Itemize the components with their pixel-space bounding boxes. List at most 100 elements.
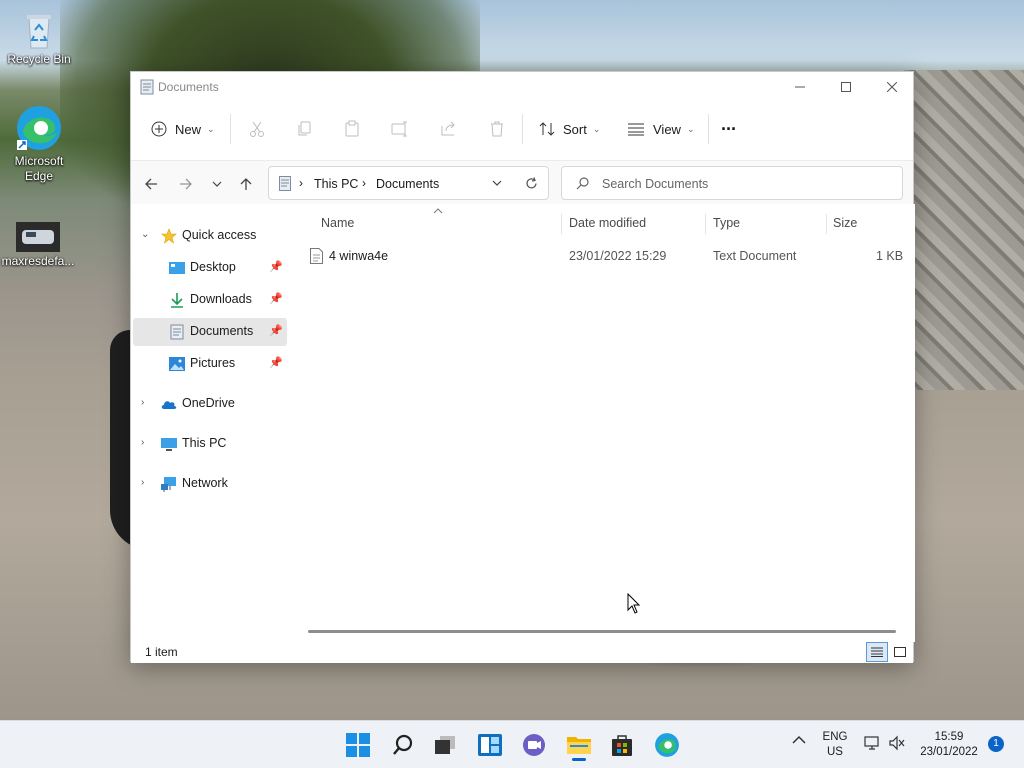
task-view-button[interactable] [429,729,461,761]
file-size: 1 KB [876,249,904,263]
nav-label: OneDrive [182,396,235,410]
minimize-icon [795,86,805,88]
widgets-icon [478,734,502,756]
cut-icon[interactable] [248,120,266,138]
nav-downloads[interactable]: Downloads 📌 [133,286,287,314]
chevron-right-icon[interactable]: › [141,437,144,448]
notification-badge[interactable]: 1 [988,736,1004,752]
edge-shortcut[interactable]: Microsoft Edge [1,104,77,184]
file-list: Name Date modified Type Size 4 winwa4e 2… [291,204,915,642]
pin-icon[interactable]: 📌 [269,292,283,305]
nav-desktop[interactable]: Desktop 📌 [133,254,287,282]
chevron-down-icon: ⌄ [207,123,215,134]
tiles-view-button[interactable] [889,642,911,662]
volume-button[interactable] [889,735,905,756]
file-explorer-window[interactable]: Documents New ⌄ Sort ⌄ View ⌄ ··· › This… [130,71,915,663]
nav-label: Desktop [190,260,236,274]
windows-logo-icon [346,733,370,757]
maximize-button[interactable] [823,72,869,102]
pin-icon[interactable]: 📌 [269,324,283,337]
chevron-down-icon[interactable]: ⌄ [141,229,149,240]
breadcrumb-separator-icon: › [362,176,366,190]
edge-taskbar-button[interactable] [651,729,683,761]
documents-folder-icon [279,176,291,191]
clock-date: 23/01/2022 [920,746,978,758]
delete-icon[interactable] [488,120,506,138]
address-field[interactable]: › This PC › Documents [268,166,549,200]
pictures-icon [169,357,185,371]
file-name: 4 winwa4e [329,249,389,263]
sort-button[interactable]: Sort ⌄ [539,116,600,142]
nav-quick-access[interactable]: ⌄ Quick access [133,222,287,250]
nav-label: Network [182,476,228,490]
nav-network[interactable]: › Network [133,470,287,498]
column-divider[interactable] [705,214,706,234]
star-icon [161,228,177,244]
up-button[interactable] [235,173,257,195]
share-icon[interactable] [440,120,458,138]
nav-pictures[interactable]: Pictures 📌 [133,350,287,378]
back-button[interactable] [140,173,162,195]
chevron-down-icon[interactable] [492,180,502,188]
pin-icon[interactable]: 📌 [269,260,283,273]
breadcrumb-separator-icon: › [299,176,303,190]
more-options-button[interactable]: ··· [721,116,737,142]
image-file-shortcut[interactable]: maxresdefa... [0,222,76,269]
pin-icon[interactable]: 📌 [269,356,283,369]
horizontal-scrollbar[interactable] [308,630,896,633]
close-button[interactable] [869,72,915,102]
search-box[interactable]: Search Documents [561,166,903,200]
edge-icon [17,106,61,150]
breadcrumb-documents[interactable]: Documents [376,177,439,191]
breadcrumb-this-pc[interactable]: This PC [314,177,358,191]
clock[interactable]: 15:59 23/01/2022 [914,730,984,760]
column-divider[interactable] [561,214,562,234]
chevron-down-icon [212,181,222,187]
details-view-button[interactable] [866,642,888,662]
sort-icon [539,122,555,136]
input-language-indicator[interactable]: ENG US [818,730,852,760]
new-label: New [175,121,202,137]
window-title: Documents [158,80,219,94]
wallpaper-wall [904,70,1024,390]
sort-label: Sort [563,121,587,137]
copy-icon[interactable] [296,120,314,138]
recycle-bin-shortcut[interactable]: Recycle Bin [1,10,77,67]
nav-documents[interactable]: Documents 📌 [133,318,287,346]
documents-folder-icon [140,79,154,95]
minimize-button[interactable] [777,72,823,102]
table-row[interactable]: 4 winwa4e 23/01/2022 15:29 Text Document… [291,242,915,270]
widgets-button[interactable] [474,729,506,761]
show-hidden-icons-button[interactable] [792,735,806,750]
column-divider[interactable] [826,214,827,234]
clock-time: 15:59 [934,731,964,743]
file-date: 23/01/2022 15:29 [569,249,667,263]
new-button[interactable]: New ⌄ [151,116,215,142]
refresh-icon[interactable] [525,177,538,190]
nav-onedrive[interactable]: › OneDrive [133,390,287,418]
nav-this-pc[interactable]: › This PC [133,430,287,458]
chevron-right-icon[interactable]: › [141,477,144,488]
column-name[interactable]: Name [321,216,354,230]
file-explorer-taskbar-button[interactable] [563,729,595,761]
rename-icon[interactable] [391,120,409,138]
title-bar[interactable]: Documents [131,72,913,102]
chat-button[interactable] [518,729,550,761]
navigation-tree: ⌄ Quick access Desktop 📌 Downloads 📌 Doc… [131,204,291,642]
search-button[interactable] [387,729,419,761]
view-button[interactable]: View ⌄ [627,116,695,142]
task-view-icon [435,736,455,754]
folder-icon [567,737,591,754]
recent-locations-button[interactable] [206,173,228,195]
forward-button[interactable] [175,173,197,195]
network-status-button[interactable] [864,735,880,756]
start-button[interactable] [342,729,374,761]
chevron-right-icon[interactable]: › [141,397,144,408]
paste-icon[interactable] [343,120,361,138]
column-type[interactable]: Type [713,216,740,230]
column-size[interactable]: Size [833,216,857,230]
store-button[interactable] [606,729,638,761]
column-date-modified[interactable]: Date modified [569,216,646,230]
store-bag-icon [612,735,632,756]
nav-label: Downloads [190,292,252,306]
